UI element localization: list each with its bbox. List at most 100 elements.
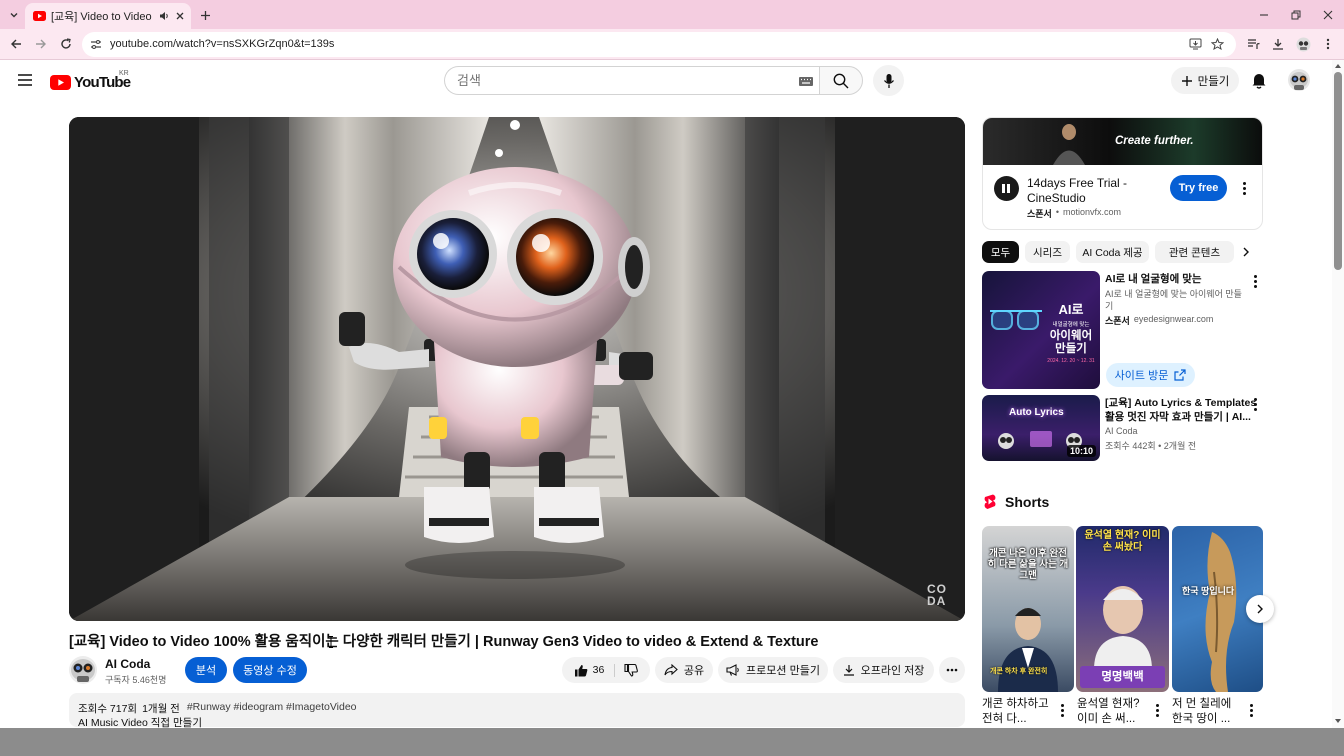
subscriber-count: 구독자 5.46천명 (105, 675, 167, 685)
try-free-button[interactable]: Try free (1170, 175, 1227, 201)
video-duration: 10:10 (1066, 445, 1096, 457)
ad-sponsor-label: 스폰서 (1027, 209, 1052, 219)
notifications-bell-icon[interactable] (1251, 71, 1269, 89)
description-box[interactable]: 조회수 717회 1개월 전 #Runway #ideogram #Imaget… (69, 693, 965, 729)
short-thumb-text: 한국 땅입니다 (1182, 586, 1235, 596)
ad-banner[interactable]: Create further. (983, 118, 1262, 165)
os-taskbar (0, 728, 1344, 756)
analytics-label: 분석 (195, 665, 217, 677)
voice-search-button[interactable] (873, 65, 904, 96)
recommendation-thumbnail[interactable]: AI로 내얼굴형에 맞는 아이웨어 만들기 2024. 12. 20 ~ 12.… (982, 271, 1100, 389)
hamburger-menu-icon[interactable] (17, 72, 33, 88)
share-label: 공유 (683, 665, 705, 677)
short-title[interactable]: 윤석열 현재? 이미 손 써... (1077, 697, 1149, 727)
upload-time: 1개월 전 (142, 703, 180, 715)
short-title[interactable]: 저 먼 칠레에 한국 땅이 ... (1172, 697, 1244, 727)
install-app-icon[interactable] (1189, 38, 1202, 50)
video-channel[interactable]: AI Coda (1105, 426, 1138, 436)
search-box[interactable] (444, 66, 820, 95)
video-title: [교육] Video to Video 100% 활용 움직이는 다양한 캐릭터… (69, 634, 819, 650)
like-button[interactable]: 36 (574, 663, 616, 677)
chip-series[interactable]: 시리즈 (1025, 241, 1070, 263)
short-menu-icon[interactable] (1060, 704, 1064, 717)
video-player[interactable]: CODA (69, 117, 965, 621)
video-menu-icon[interactable] (1253, 398, 1257, 411)
scroll-up-arrow-icon[interactable] (1334, 63, 1342, 69)
site-settings-icon[interactable] (90, 39, 102, 50)
account-avatar[interactable] (1288, 69, 1310, 91)
chips-next-icon[interactable] (1240, 246, 1254, 260)
video-thumbnail[interactable]: Auto Lyrics 10:10 (982, 395, 1100, 461)
ad-banner-text: Create further. (1115, 135, 1194, 147)
channel-name[interactable]: AI Coda (105, 657, 150, 671)
omnibox[interactable]: youtube.com/watch?v=nsSXKGrZqn0&t=139s (82, 32, 1236, 57)
short-thumbnail[interactable]: 개콘 나온 이후 완전히 다른 삶을 사는 개그맨 개콘 하차 후 완전히 (982, 526, 1074, 692)
minimize-icon[interactable] (1255, 6, 1273, 24)
chevron-right-icon (1257, 604, 1263, 614)
short-title[interactable]: 개콘 하차하고 전혀 다... (982, 697, 1054, 727)
channel-avatar[interactable] (69, 656, 97, 684)
video-title-line2[interactable]: 활용 멋진 자막 효과 만들기 | AI... (1105, 409, 1251, 424)
share-button[interactable]: 공유 (655, 657, 713, 683)
chip-related[interactable]: 관련 콘텐츠 (1155, 241, 1234, 263)
short-menu-icon[interactable] (1249, 704, 1253, 717)
tab-search-chevron-icon[interactable] (5, 6, 23, 24)
thumbs-down-icon[interactable] (624, 663, 639, 677)
download-video-icon (843, 665, 854, 676)
short-person (998, 608, 1058, 692)
promote-button[interactable]: 프로모션 만들기 (718, 657, 828, 683)
download-icon[interactable] (1269, 35, 1287, 53)
chip-all-label: 모두 (990, 246, 1011, 259)
create-button[interactable]: 만들기 (1171, 67, 1239, 94)
video-title-line1[interactable]: [교육] Auto Lyrics & Templates (1105, 395, 1256, 410)
short-thumb-text: 개콘 나온 이후 완전히 다른 삶을 사는 개그맨 (987, 548, 1069, 581)
edit-video-button[interactable]: 동영상 수정 (233, 657, 307, 683)
bookmark-star-icon[interactable] (1211, 38, 1224, 50)
visit-site-button[interactable]: 사이트 방문 (1106, 363, 1195, 387)
tab-close-icon[interactable] (175, 11, 185, 21)
window-close-icon[interactable] (1319, 6, 1337, 24)
profile-avatar-icon[interactable] (1294, 35, 1312, 53)
scroll-down-arrow-icon[interactable] (1334, 718, 1342, 724)
analytics-button[interactable]: 분석 (185, 657, 227, 683)
visit-site-label: 사이트 방문 (1114, 370, 1169, 382)
ad-card[interactable]: Create further. 14days Free Trial - Cine… (982, 117, 1263, 230)
search-button[interactable] (819, 66, 863, 95)
page-scrollbar[interactable] (1332, 60, 1344, 728)
media-control-icon[interactable] (1244, 35, 1262, 53)
recommendation-menu-icon[interactable] (1253, 275, 1257, 288)
shorts-next-button[interactable] (1246, 595, 1274, 623)
reload-icon[interactable] (57, 35, 75, 53)
hashtags[interactable]: #Runway #ideogram #ImagetoVideo (187, 701, 357, 716)
more-actions-button[interactable] (939, 657, 965, 683)
download-button[interactable]: 오프라인 저장 (833, 657, 934, 683)
scroll-thumb[interactable] (1334, 72, 1342, 270)
keyboard-icon[interactable] (799, 77, 813, 86)
thumb-date-text: 2024. 12. 20 ~ 12. 31 (1047, 358, 1095, 364)
video-frame-robot-on-stage (69, 117, 965, 621)
short-menu-icon[interactable] (1155, 704, 1159, 717)
recommendation-title[interactable]: AI로 내 얼굴형에 맞는 (1105, 271, 1202, 286)
promote-label: 프로모션 만들기 (746, 665, 820, 677)
recommendation-sponsor-label: 스폰서 (1105, 316, 1130, 326)
chip-all[interactable]: 모두 (982, 241, 1019, 263)
address-bar: youtube.com/watch?v=nsSXKGrZqn0&t=139s (0, 29, 1344, 60)
short-caption: 명명백백 (1080, 666, 1165, 688)
new-tab-icon[interactable] (196, 6, 214, 24)
youtube-header: YouTube KR 만들기 (0, 60, 1332, 102)
chip-from-channel[interactable]: AI Coda 제공 (1076, 241, 1149, 263)
ad-menu-icon[interactable] (1242, 182, 1246, 195)
search-input[interactable] (457, 73, 757, 88)
restore-icon[interactable] (1287, 6, 1305, 24)
short-thumbnail[interactable]: 윤석열 현재? 이미 손 써놨다 명명백백 (1076, 526, 1169, 692)
browser-tab[interactable]: [교육] Video to Video 100% 활용 (25, 3, 191, 29)
browser-menu-icon[interactable] (1319, 35, 1337, 53)
region-code: KR (119, 70, 129, 77)
speaker-icon[interactable] (159, 11, 170, 21)
forward-icon[interactable] (32, 35, 50, 53)
ad-title[interactable]: 14days Free Trial - CineStudio (1027, 176, 1147, 206)
thumbs-up-icon (574, 664, 588, 676)
back-icon[interactable] (7, 35, 25, 53)
ad-banner-figure (1053, 124, 1085, 165)
external-link-icon (1174, 369, 1186, 381)
